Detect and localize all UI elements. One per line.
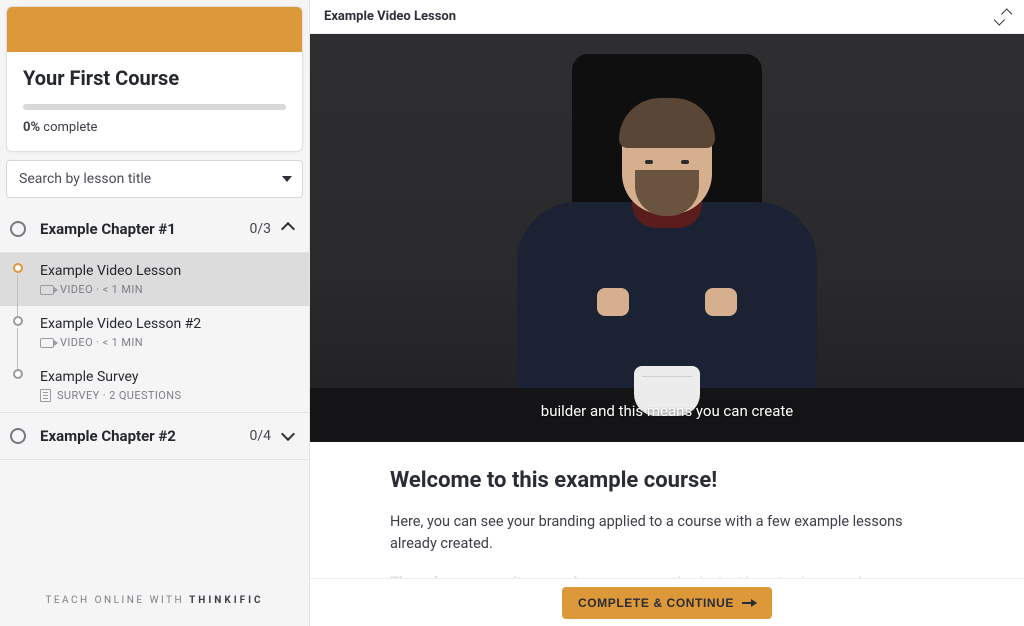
course-card-body: Your First Course 0% complete xyxy=(7,52,302,151)
lesson-meta: SURVEY · 2 QUESTIONS xyxy=(57,389,181,402)
chapter-progress-count: 0/3 xyxy=(249,221,271,237)
chevron-down-icon xyxy=(281,427,295,441)
course-card: Your First Course 0% complete xyxy=(6,6,303,152)
chapter-list: Example Chapter #1 0/3 Example Video Les… xyxy=(0,206,309,575)
complete-continue-button[interactable]: COMPLETE & CONTINUE xyxy=(562,587,772,619)
lesson-title: Example Video Lesson xyxy=(40,263,297,279)
course-cover-bar xyxy=(7,7,302,52)
lesson-action-bar: COMPLETE & CONTINUE xyxy=(310,578,1024,626)
cta-label: COMPLETE & CONTINUE xyxy=(578,596,734,610)
search-placeholder: Search by lesson title xyxy=(19,171,151,187)
lesson-item[interactable]: Example Video Lesson VIDEO · < 1 MIN xyxy=(0,253,309,306)
chapter-status-circle-icon xyxy=(10,428,26,444)
lesson-status-dot-icon xyxy=(13,263,23,273)
lesson-header: Example Video Lesson xyxy=(310,0,1024,34)
chapter-progress-count: 0/4 xyxy=(249,428,271,444)
chevron-up-icon xyxy=(281,222,295,236)
search-lesson-select[interactable]: Search by lesson title xyxy=(6,160,303,198)
lesson-list-chapter-1: Example Video Lesson VIDEO · < 1 MIN Exa… xyxy=(0,253,309,412)
lesson-content: Welcome to this example course! Here, yo… xyxy=(310,442,1024,626)
video-illustration xyxy=(497,92,837,392)
lesson-title: Example Video Lesson #2 xyxy=(40,316,297,332)
lesson-status-dot-icon xyxy=(13,316,23,326)
video-icon xyxy=(40,285,54,295)
video-player[interactable]: builder and this means you can create xyxy=(310,34,1024,442)
progress-percent: 0% xyxy=(23,120,40,135)
lesson-title: Example Survey xyxy=(40,369,297,385)
progress-suffix: complete xyxy=(40,120,97,135)
footer-prefix: TEACH ONLINE WITH xyxy=(45,595,189,606)
lesson-main: Example Video Lesson builder and this me… xyxy=(310,0,1024,626)
chapter-header-1[interactable]: Example Chapter #1 0/3 xyxy=(0,206,309,252)
footer-brand[interactable]: TEACH ONLINE WITH THINKIFIC xyxy=(0,575,309,626)
chapter-title: Example Chapter #1 xyxy=(40,220,249,238)
survey-icon xyxy=(40,389,51,402)
expand-icon[interactable] xyxy=(996,10,1010,24)
lesson-status-dot-icon xyxy=(13,369,23,379)
lesson-item[interactable]: Example Video Lesson #2 VIDEO · < 1 MIN xyxy=(0,306,309,359)
chapter-status-circle-icon xyxy=(10,221,26,237)
lesson-header-title: Example Video Lesson xyxy=(324,9,456,24)
footer-brand-name: THINKIFIC xyxy=(189,595,263,606)
lesson-content-heading: Welcome to this example course! xyxy=(390,468,944,493)
progress-text: 0% complete xyxy=(23,120,286,135)
lesson-item[interactable]: Example Survey SURVEY · 2 QUESTIONS xyxy=(0,359,309,412)
course-title: Your First Course xyxy=(23,66,286,90)
lesson-content-paragraph: Here, you can see your branding applied … xyxy=(390,511,944,556)
video-icon xyxy=(40,338,54,348)
video-caption: builder and this means you can create xyxy=(541,402,793,420)
divider xyxy=(0,459,309,460)
course-sidebar: Your First Course 0% complete Search by … xyxy=(0,0,310,626)
lesson-meta: VIDEO · < 1 MIN xyxy=(60,336,143,349)
chapter-header-2[interactable]: Example Chapter #2 0/4 xyxy=(0,413,309,459)
chapter-title: Example Chapter #2 xyxy=(40,427,249,445)
progress-bar xyxy=(23,104,286,110)
caret-down-icon xyxy=(282,176,292,182)
arrow-right-icon xyxy=(742,602,756,604)
lesson-meta: VIDEO · < 1 MIN xyxy=(60,283,143,296)
